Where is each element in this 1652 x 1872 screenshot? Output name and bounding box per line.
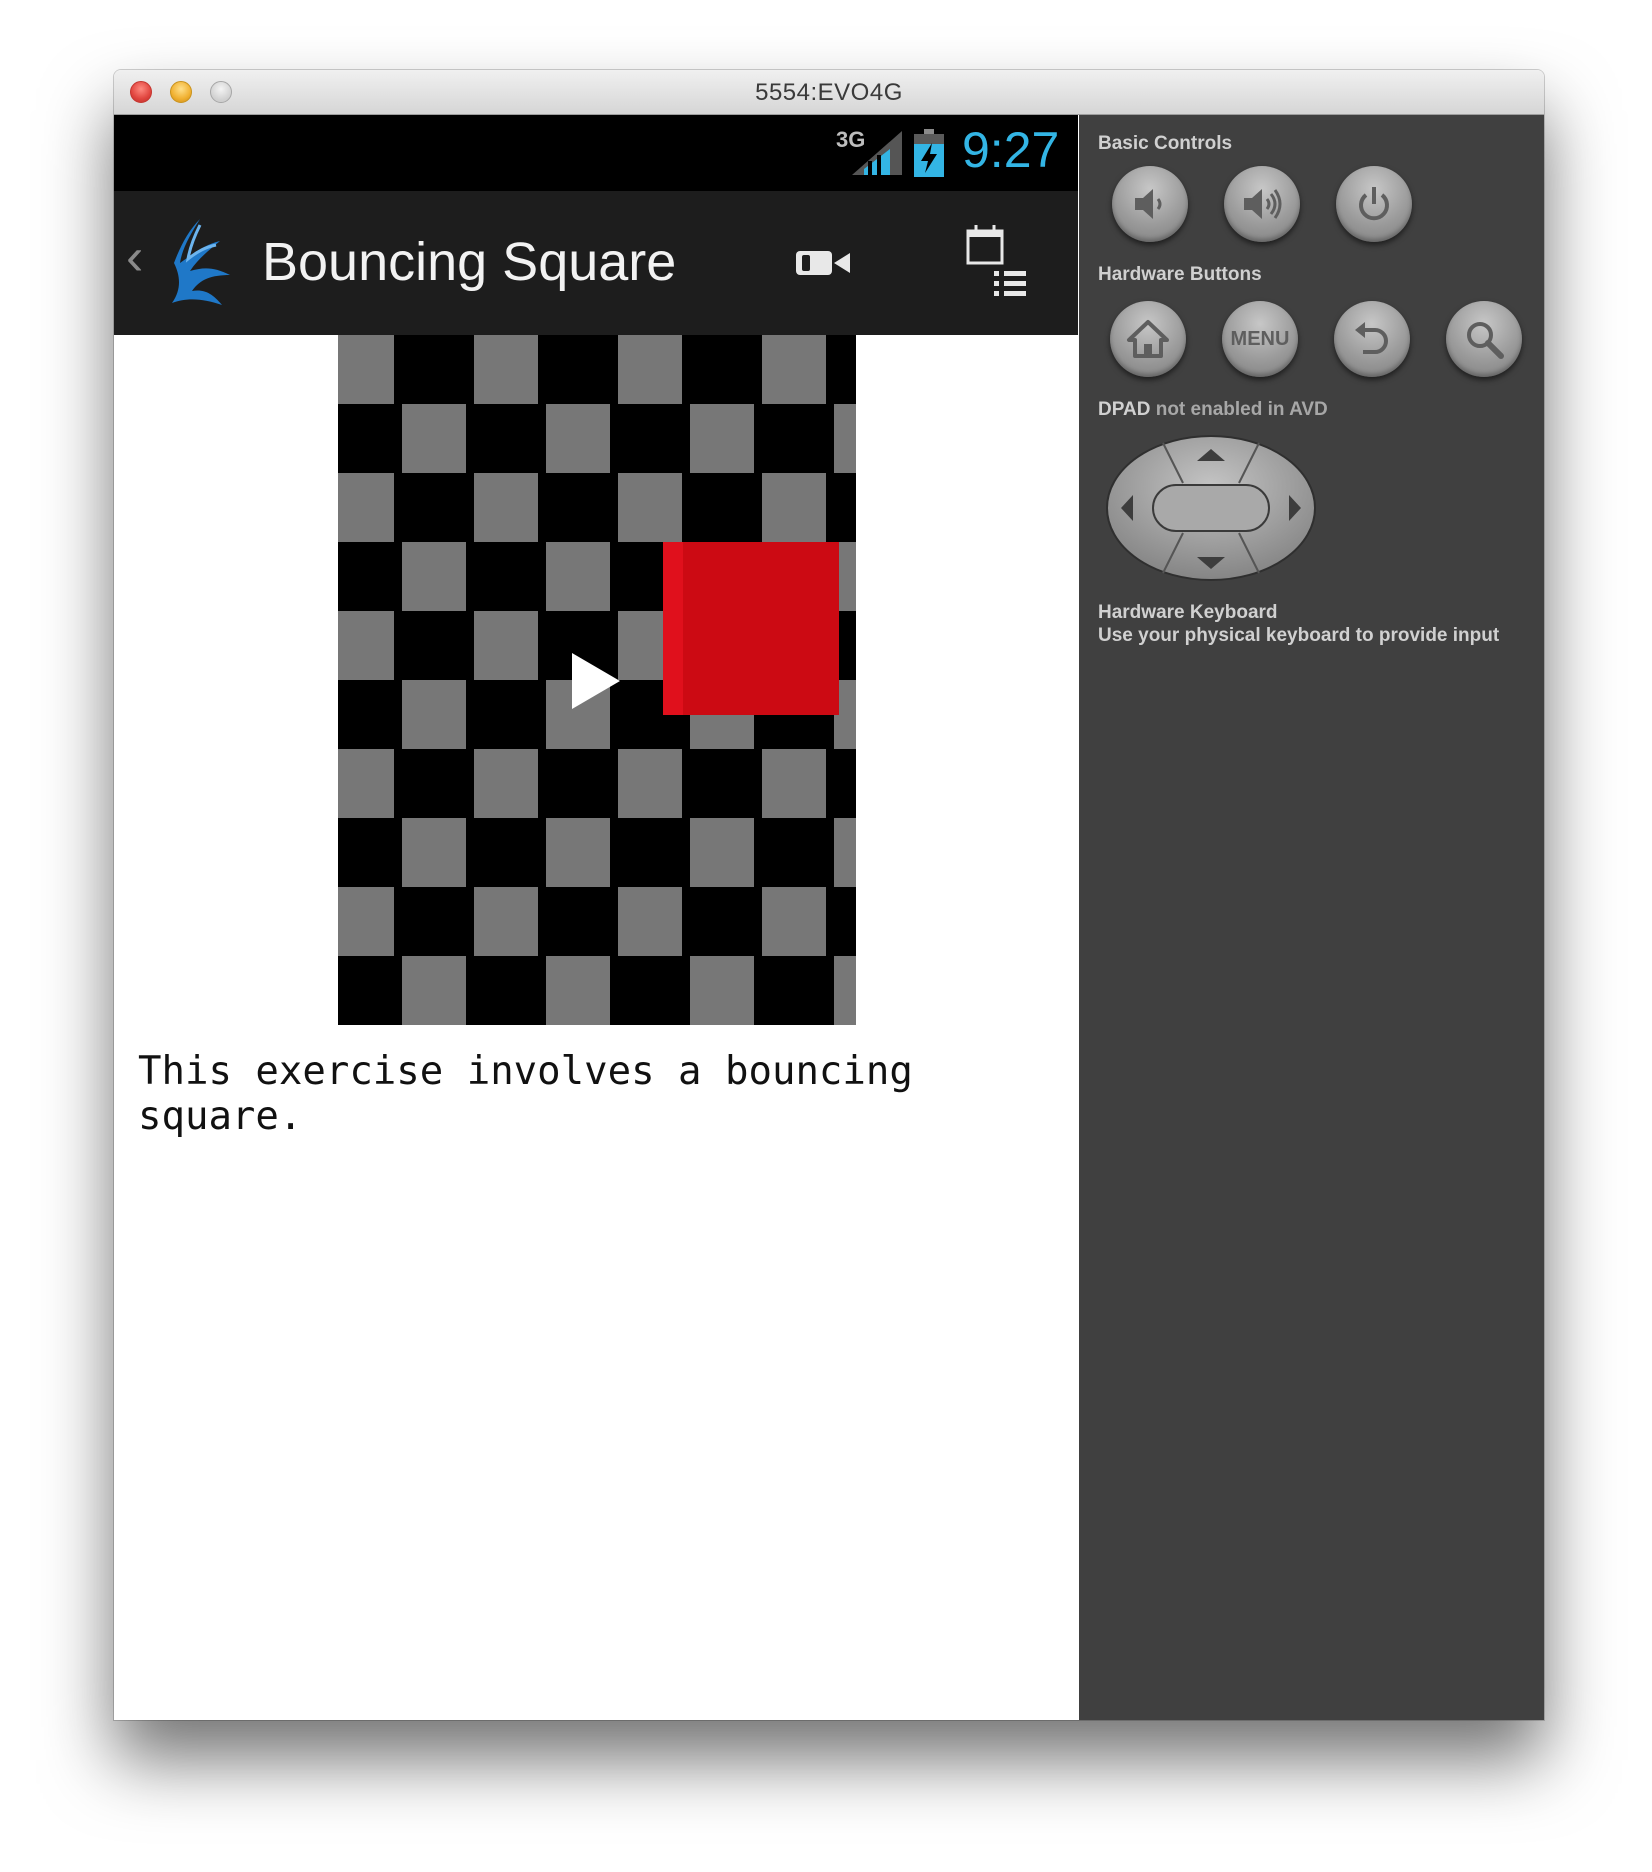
board-tile	[762, 335, 826, 404]
board-tile	[546, 956, 610, 1025]
navigate-up-icon[interactable]: ‹	[126, 227, 143, 287]
hardware-keyboard-info: Hardware Keyboard Use your physical keyb…	[1098, 601, 1499, 647]
board-tile	[690, 818, 754, 887]
board-tile	[618, 473, 682, 542]
red-square-edge	[663, 542, 683, 715]
hardware-keyboard-description: Use your physical keyboard to provide in…	[1098, 625, 1500, 646]
power-icon	[1359, 187, 1389, 221]
search-icon	[1467, 322, 1504, 359]
emulator-window: 5554:EVO4G 3G 9:27 ‹ Bouncing Square Thi…	[114, 70, 1544, 1720]
power-button[interactable]	[1336, 166, 1412, 242]
volume-up-icon	[1244, 189, 1282, 219]
board-tile	[402, 956, 466, 1025]
home-icon	[1127, 320, 1169, 358]
volume-up-button[interactable]	[1224, 166, 1300, 242]
board-tile	[690, 956, 754, 1025]
search-button[interactable]	[1446, 301, 1522, 377]
dpad-title: DPAD	[1098, 399, 1151, 420]
board-tile	[474, 887, 538, 956]
board-tile	[546, 818, 610, 887]
app-title: Bouncing Square	[262, 232, 677, 292]
board-tile	[474, 611, 538, 680]
board-tile	[402, 404, 466, 473]
back-button[interactable]	[1334, 301, 1410, 377]
board-tile	[690, 404, 754, 473]
board-tile	[474, 335, 538, 404]
board-tile	[338, 749, 394, 818]
phone-screen: 3G 9:27 ‹ Bouncing Square This exercise …	[114, 115, 1078, 1720]
home-button[interactable]	[1110, 301, 1186, 377]
board-tile	[618, 887, 682, 956]
dpad-control	[1106, 435, 1316, 581]
dpad-status: not enabled in AVD	[1155, 399, 1328, 420]
hardware-buttons-label: Hardware Buttons	[1098, 264, 1262, 285]
status-clock: 9:27	[962, 122, 1060, 178]
board-tile	[546, 404, 610, 473]
volume-down-icon	[1135, 189, 1162, 219]
back-icon	[1355, 322, 1388, 354]
menu-button[interactable]: MENU	[1222, 301, 1298, 377]
board-tile	[338, 887, 394, 956]
board-tile	[762, 887, 826, 956]
basic-controls-label: Basic Controls	[1098, 133, 1233, 154]
bouncing-red-square	[663, 542, 839, 715]
board-tile	[834, 956, 856, 1025]
board-tile	[618, 335, 682, 404]
signal-icon	[852, 131, 902, 175]
bouncing-square-canvas[interactable]	[338, 335, 856, 1025]
board-tile	[834, 818, 856, 887]
board-tile	[338, 611, 394, 680]
menu-button-label: MENU	[1230, 327, 1290, 350]
action-bar: ‹ Bouncing Square	[114, 191, 1078, 337]
title-bar: 5554:EVO4G	[114, 70, 1544, 115]
content-area: This exercise involves a bouncing square…	[114, 335, 1078, 1720]
volume-down-button[interactable]	[1112, 166, 1188, 242]
board-tile	[474, 749, 538, 818]
board-tile	[402, 542, 466, 611]
board-tile	[834, 404, 856, 473]
hardware-keyboard-label: Hardware Keyboard	[1098, 602, 1278, 623]
window-title: 5554:EVO4G	[755, 79, 903, 106]
board-tile	[618, 749, 682, 818]
app-logo-icon[interactable]	[160, 215, 240, 307]
video-camera-icon[interactable]	[794, 243, 854, 283]
emulator-controls-panel: Basic Controls Hardware Buttons MENU DPA…	[1079, 115, 1544, 1720]
board-tile	[762, 749, 826, 818]
board-tile	[474, 473, 538, 542]
board-tile	[762, 473, 826, 542]
board-tile	[402, 818, 466, 887]
board-tile	[402, 680, 466, 749]
exercise-description: This exercise involves a bouncing square…	[138, 1049, 913, 1139]
board-tile	[338, 335, 394, 404]
status-bar: 3G 9:27	[114, 115, 1078, 191]
battery-charging-icon	[914, 129, 944, 177]
board-tile	[546, 542, 610, 611]
board-tile	[338, 473, 394, 542]
dpad-label: DPAD not enabled in AVD	[1098, 399, 1328, 421]
calendar-list-icon[interactable]	[964, 221, 1040, 305]
